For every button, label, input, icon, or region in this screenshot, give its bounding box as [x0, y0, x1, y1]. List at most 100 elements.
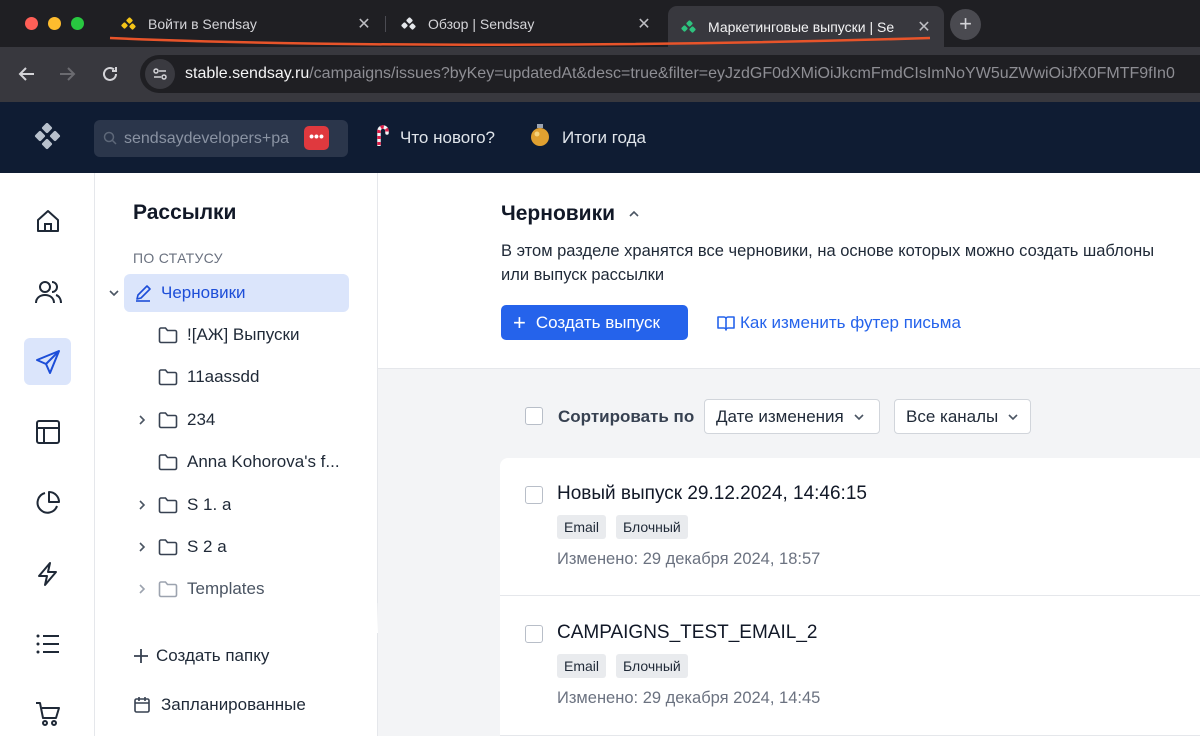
- address-bar[interactable]: stable.sendsay.ru/campaigns/issues?byKey…: [140, 55, 1200, 93]
- users-icon: [34, 280, 62, 303]
- folder-icon: [158, 539, 178, 556]
- url-path: /campaigns/issues?byKey=updatedAt&desc=t…: [309, 65, 1175, 82]
- page-description: В этом разделе хранятся все черновики, н…: [501, 242, 1155, 284]
- issue-title[interactable]: CAMPAIGNS_TEST_EMAIL_2: [557, 622, 817, 644]
- sendsay-logo-icon[interactable]: [34, 123, 62, 153]
- folder-item[interactable]: S 1. a: [95, 486, 378, 524]
- folder-icon: [158, 369, 178, 386]
- folder-label: Anna Kohorova's f...: [187, 452, 340, 471]
- folder-label: S 1. a: [187, 495, 232, 514]
- create-folder-label: Создать папку: [156, 646, 270, 665]
- nav-templates[interactable]: [24, 408, 71, 455]
- nav-automation[interactable]: [24, 550, 71, 597]
- year-results-label: Итоги года: [562, 128, 646, 147]
- section-label: ПО СТАТУСУ: [133, 250, 223, 266]
- chevron-down-icon: [1008, 413, 1018, 420]
- folder-icon: [158, 327, 178, 344]
- plus-icon: [134, 649, 148, 663]
- url-host: stable.sendsay.ru: [185, 65, 310, 82]
- folder-icon: [158, 497, 178, 514]
- nav-campaigns[interactable]: [24, 338, 71, 385]
- candy-cane-icon: [375, 124, 389, 152]
- layout-icon: [35, 419, 60, 444]
- intro-section: Черновики В этом разделе хранятся все че…: [378, 173, 1200, 369]
- password-manager-badge[interactable]: •••: [304, 126, 329, 150]
- browser-toolbar: stable.sendsay.ru/campaigns/issues?byKey…: [0, 47, 1200, 102]
- chevron-right-icon[interactable]: [135, 498, 149, 512]
- issue-title[interactable]: Новый выпуск 29.12.2024, 14:46:15: [557, 483, 867, 505]
- calendar-icon: [134, 697, 150, 713]
- back-arrow-icon[interactable]: [17, 64, 37, 84]
- nav-analytics[interactable]: [24, 479, 71, 526]
- folder-drafts-highlight[interactable]: Черновики: [124, 274, 349, 312]
- lightning-icon: [37, 561, 57, 586]
- create-folder-button[interactable]: Создать папку: [133, 646, 269, 666]
- home-icon: [36, 209, 59, 232]
- whats-new-label: Что нового?: [400, 128, 495, 147]
- channel-tag: Email: [557, 654, 607, 678]
- folder-item[interactable]: ![АЖ] Выпуски: [95, 316, 378, 354]
- chevron-down-icon[interactable]: [107, 286, 121, 300]
- chevron-down-icon: [854, 413, 864, 420]
- sort-select-value: Дате изменения: [716, 406, 844, 426]
- folder-label: Templates: [187, 579, 265, 598]
- nav-commerce[interactable]: [24, 690, 71, 736]
- folder-icon: [158, 454, 178, 471]
- filters-bar: Сортировать по Дате изменения Все каналы: [378, 393, 1200, 437]
- issue-checkbox[interactable]: [525, 486, 543, 504]
- nav-rail: [0, 173, 95, 736]
- plus-icon: +: [513, 309, 526, 335]
- cart-icon: [35, 701, 60, 726]
- issue-modified: Изменено: 29 декабря 2024, 18:57: [557, 550, 821, 568]
- chevron-up-icon[interactable]: [627, 207, 641, 221]
- page-title: Черновики: [501, 202, 641, 226]
- type-tag: Блочный: [616, 515, 688, 539]
- scroll-fade: [95, 603, 378, 633]
- main-content: Черновики В этом разделе хранятся все че…: [378, 173, 1200, 736]
- folders-panel: Рассылки ПО СТАТУСУ Черновики ![АЖ] Выпу…: [95, 173, 378, 736]
- folder-item[interactable]: S 2 a: [95, 528, 378, 566]
- site-settings-icon[interactable]: [145, 59, 175, 89]
- whats-new-link[interactable]: Что нового?: [375, 124, 495, 152]
- folder-label: S 2 a: [187, 537, 227, 556]
- reload-icon[interactable]: [100, 64, 120, 84]
- issue-card[interactable]: Новый выпуск 29.12.2024, 14:46:15 Email …: [500, 458, 1200, 596]
- scheduled-label: Запланированные: [161, 695, 306, 714]
- channel-tag: Email: [557, 515, 607, 539]
- pencil-icon: [136, 285, 151, 302]
- folder-item[interactable]: 11aassdd: [95, 358, 378, 396]
- search-icon: [103, 131, 117, 145]
- forward-arrow-icon[interactable]: [57, 64, 77, 84]
- nav-home[interactable]: [24, 197, 71, 244]
- chevron-right-icon[interactable]: [135, 582, 149, 596]
- issue-checkbox[interactable]: [525, 625, 543, 643]
- chevron-right-icon[interactable]: [135, 540, 149, 554]
- url-text: stable.sendsay.ru/campaigns/issues?byKey…: [185, 65, 1175, 83]
- sort-select[interactable]: Дате изменения: [704, 399, 880, 434]
- year-results-link[interactable]: Итоги года: [529, 123, 646, 153]
- panel-title: Рассылки: [133, 201, 237, 224]
- footer-help-link[interactable]: Как изменить футер письма: [716, 313, 961, 333]
- folder-label: Черновики: [161, 283, 246, 302]
- create-issue-button[interactable]: + Создать выпуск: [501, 305, 688, 340]
- nav-lists[interactable]: [24, 620, 71, 667]
- folder-icon: [158, 412, 178, 429]
- nav-contacts[interactable]: [24, 268, 71, 315]
- channel-select[interactable]: Все каналы: [894, 399, 1031, 434]
- folder-scheduled[interactable]: Запланированные: [133, 695, 306, 715]
- select-all-checkbox[interactable]: [525, 407, 543, 425]
- annotation-underline: [109, 36, 931, 47]
- folder-item[interactable]: 234: [95, 401, 378, 439]
- browser-tab-bar: Войти в Sendsay ✕ Обзор | Sendsay ✕ Марк…: [0, 0, 1200, 47]
- folder-icon: [158, 581, 178, 598]
- chevron-right-icon[interactable]: [135, 413, 149, 427]
- christmas-ornament-icon: [529, 123, 551, 153]
- list-icon: [36, 634, 59, 653]
- folder-item[interactable]: Anna Kohorova's f...: [95, 443, 378, 481]
- create-issue-label: Создать выпуск: [535, 312, 660, 332]
- app-header: sendsaydevelopers+pa ••• Что нового? Ито…: [0, 102, 1200, 173]
- issue-card[interactable]: CAMPAIGNS_TEST_EMAIL_2 Email Блочный Изм…: [500, 596, 1200, 736]
- issue-modified: Изменено: 29 декабря 2024, 14:45: [557, 689, 821, 707]
- account-search-value: sendsaydevelopers+pa: [124, 129, 290, 147]
- type-tag: Блочный: [616, 654, 688, 678]
